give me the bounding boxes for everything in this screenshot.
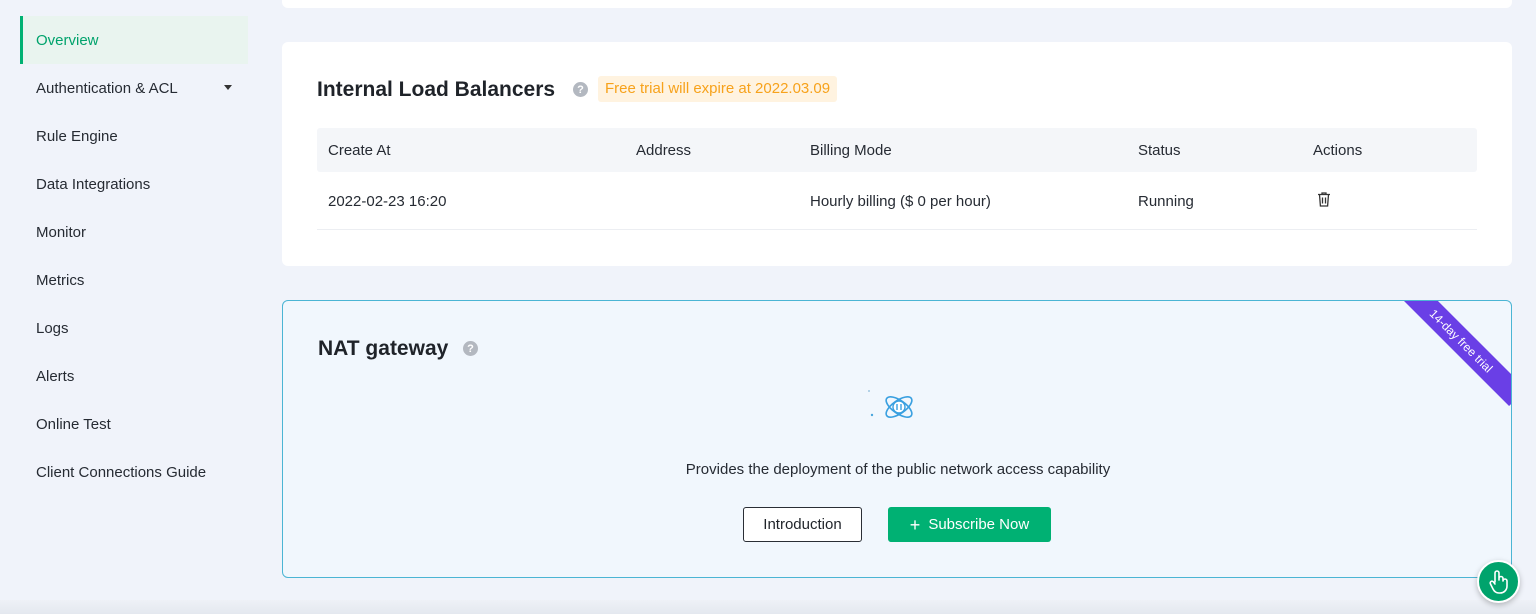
sidebar-item-label: Metrics xyxy=(36,271,85,289)
column-header-address: Address xyxy=(636,142,692,159)
internal-load-balancers-card: Internal Load Balancers ? Free trial wil… xyxy=(282,42,1512,266)
trash-icon[interactable] xyxy=(1316,191,1332,208)
introduction-button-label: Introduction xyxy=(763,516,842,533)
sidebar-item-label: Rule Engine xyxy=(36,127,118,145)
table-header: Create At Address Billing Mode Status Ac… xyxy=(317,128,1477,172)
column-header-status: Status xyxy=(1138,142,1181,159)
sidebar-item-data-integrations[interactable]: Data Integrations xyxy=(20,160,248,208)
nat-gateway-illustration-icon xyxy=(868,390,913,418)
cell-create-at: 2022-02-23 16:20 xyxy=(328,193,447,210)
sidebar-item-label: Data Integrations xyxy=(36,175,151,193)
section-title: NAT gateway xyxy=(318,337,449,360)
sidebar-item-label: Monitor xyxy=(36,223,87,241)
sidebar-item-label: Alerts xyxy=(36,367,75,385)
sidebar-item-client-connections-guide[interactable]: Client Connections Guide xyxy=(20,448,248,496)
sidebar-item-label: Client Connections Guide xyxy=(36,463,207,481)
plus-icon: + xyxy=(909,514,921,535)
section-title: Internal Load Balancers xyxy=(317,78,556,101)
column-header-actions: Actions xyxy=(1313,142,1363,159)
subscribe-now-label: Subscribe Now xyxy=(928,516,1030,533)
nat-gateway-card: 14-day free trial NAT gateway ? Provides… xyxy=(282,300,1512,578)
hand-pointer-icon xyxy=(1488,569,1508,594)
sidebar-item-rule-engine[interactable]: Rule Engine xyxy=(20,112,248,160)
introduction-button[interactable]: Introduction xyxy=(743,507,862,542)
sidebar-item-label: Authentication & ACL xyxy=(36,79,178,97)
sidebar-item-logs[interactable]: Logs xyxy=(20,304,248,352)
sidebar: Overview Authentication & ACL Rule Engin… xyxy=(0,0,262,614)
subscribe-now-button[interactable]: + Subscribe Now xyxy=(888,507,1051,542)
page-bottom xyxy=(0,600,1536,614)
table-row: 2022-02-23 16:20 Hourly billing ($ 0 per… xyxy=(317,172,1477,230)
sidebar-item-monitor[interactable]: Monitor xyxy=(20,208,248,256)
sidebar-item-label: Online Test xyxy=(36,415,111,433)
cell-billing-mode: Hourly billing ($ 0 per hour) xyxy=(810,193,991,210)
column-header-billing-mode: Billing Mode xyxy=(810,142,892,159)
floating-pointer-button[interactable] xyxy=(1477,560,1520,603)
sidebar-item-authentication-acl[interactable]: Authentication & ACL xyxy=(20,64,248,112)
cell-status: Running xyxy=(1138,193,1194,210)
question-icon[interactable]: ? xyxy=(463,341,478,356)
sidebar-item-overview[interactable]: Overview xyxy=(20,16,248,64)
free-trial-ribbon: 14-day free trial xyxy=(1395,301,1511,407)
nat-description: Provides the deployment of the public ne… xyxy=(685,461,1111,478)
sidebar-item-online-test[interactable]: Online Test xyxy=(20,400,248,448)
sidebar-item-label: Logs xyxy=(36,319,69,337)
caret-down-icon xyxy=(224,85,232,90)
sidebar-item-metrics[interactable]: Metrics xyxy=(20,256,248,304)
sidebar-item-label: Overview xyxy=(36,31,99,49)
previous-card xyxy=(282,0,1512,8)
sidebar-item-alerts[interactable]: Alerts xyxy=(20,352,248,400)
question-icon[interactable]: ? xyxy=(573,82,588,97)
column-header-create-at: Create At xyxy=(328,142,391,159)
trial-expiry-badge: Free trial will expire at 2022.03.09 xyxy=(598,76,838,102)
